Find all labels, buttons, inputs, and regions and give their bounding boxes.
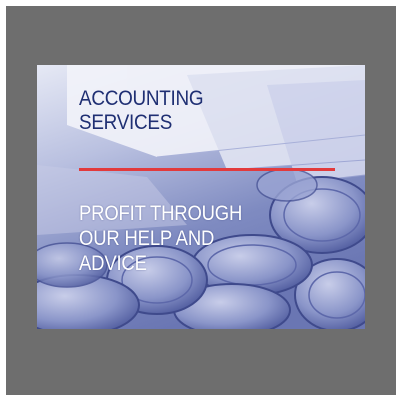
headline-line-2: SERVICES — [79, 111, 173, 134]
tagline-line-2: OUR HELP AND — [79, 227, 215, 250]
accounting-services-banner: ACCOUNTING SERVICES PROFIT THROUGH OUR H… — [37, 65, 365, 329]
tagline-line-3: ADVICE — [79, 252, 147, 275]
red-divider-line — [79, 168, 335, 171]
tagline: PROFIT THROUGH OUR HELP AND ADVICE — [79, 201, 242, 276]
tagline-line-1: PROFIT THROUGH — [79, 202, 243, 225]
headline: ACCOUNTING SERVICES — [79, 87, 204, 135]
headline-line-1: ACCOUNTING — [79, 87, 204, 110]
